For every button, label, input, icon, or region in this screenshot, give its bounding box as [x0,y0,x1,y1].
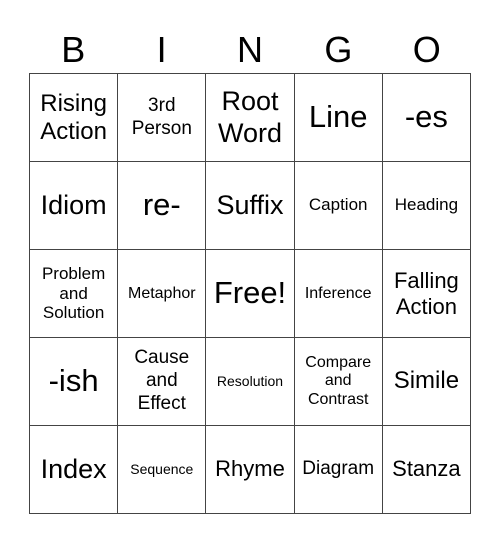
bingo-cell[interactable]: Line [294,74,383,162]
bingo-cell[interactable]: Cause and Effect [118,338,207,426]
bingo-cell[interactable]: re- [118,162,207,250]
header-letter-i: I [156,29,167,70]
bingo-cell[interactable]: Diagram [294,426,383,514]
bingo-cell[interactable]: Compare and Contrast [294,338,383,426]
header-letter-o: O [412,29,441,70]
bingo-cell[interactable]: Resolution [206,338,295,426]
bingo-cell[interactable]: Heading [382,162,471,250]
free-space-cell[interactable]: Free! [206,250,295,338]
bingo-grid: Rising Action 3rd Person Root Word Line … [29,73,471,514]
bingo-cell[interactable]: Stanza [382,426,471,514]
bingo-cell[interactable]: -es [382,74,471,162]
bingo-cell[interactable]: Metaphor [118,250,207,338]
bingo-cell[interactable]: Sequence [118,426,207,514]
bingo-cell[interactable]: 3rd Person [118,74,207,162]
bingo-cell[interactable]: Problem and Solution [30,250,119,338]
header-letter-g: G [324,29,353,70]
bingo-header: B I N G O [29,28,471,72]
bingo-cell[interactable]: Simile [382,338,471,426]
bingo-cell[interactable]: Root Word [206,74,295,162]
bingo-cell[interactable]: Falling Action [382,250,471,338]
header-letter-b: B [61,29,86,70]
bingo-cell[interactable]: Rising Action [30,74,119,162]
header-letter-n: N [236,29,263,70]
bingo-cell[interactable]: Suffix [206,162,295,250]
bingo-cell[interactable]: Inference [294,250,383,338]
bingo-cell[interactable]: Idiom [30,162,119,250]
bingo-cell[interactable]: Index [30,426,119,514]
bingo-cell[interactable]: -ish [30,338,119,426]
bingo-cell[interactable]: Rhyme [206,426,295,514]
bingo-cell[interactable]: Caption [294,162,383,250]
